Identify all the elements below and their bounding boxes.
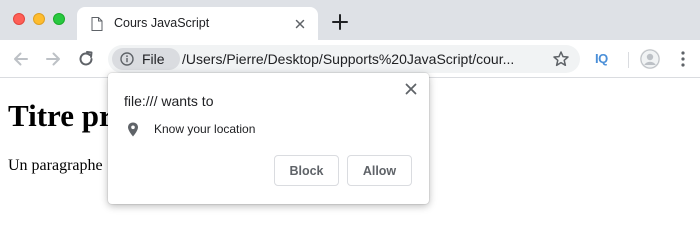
location-pin-icon bbox=[128, 122, 138, 137]
arrow-right-icon[interactable] bbox=[43, 49, 63, 69]
site-chip-label: File bbox=[142, 51, 165, 67]
close-icon[interactable] bbox=[404, 82, 418, 96]
window-minimize-button[interactable] bbox=[33, 13, 45, 25]
window-maximize-button[interactable] bbox=[53, 13, 65, 25]
toolbar-divider bbox=[628, 52, 629, 68]
file-icon bbox=[91, 17, 103, 31]
info-icon bbox=[120, 52, 134, 66]
page-paragraph: Un paragraphe bbox=[8, 157, 103, 174]
site-info-chip[interactable]: File bbox=[112, 48, 180, 70]
tab-close-icon[interactable] bbox=[293, 17, 307, 31]
kebab-menu-icon[interactable] bbox=[676, 50, 690, 68]
location-permission-popup: file:/// wants to Know your location Blo… bbox=[108, 73, 429, 204]
plus-icon[interactable] bbox=[330, 12, 350, 32]
extension-iq-button[interactable]: IQ bbox=[595, 51, 608, 66]
address-bar[interactable]: File /Users/Pierre/Desktop/Supports%20Ja… bbox=[108, 45, 580, 73]
tab-cours-javascript[interactable]: Cours JavaScript bbox=[77, 7, 318, 40]
block-button[interactable]: Block bbox=[274, 155, 339, 186]
window-close-button[interactable] bbox=[13, 13, 25, 25]
tab-strip: Cours JavaScript bbox=[0, 0, 700, 40]
popup-title: file:/// wants to bbox=[124, 93, 214, 109]
url-text[interactable]: /Users/Pierre/Desktop/Supports%20JavaScr… bbox=[182, 51, 514, 67]
star-icon[interactable] bbox=[552, 50, 570, 68]
profile-avatar-icon[interactable] bbox=[640, 49, 660, 69]
arrow-left-icon[interactable] bbox=[11, 49, 31, 69]
tab-title: Cours JavaScript bbox=[114, 16, 210, 30]
reload-icon[interactable] bbox=[76, 49, 96, 69]
permission-label: Know your location bbox=[154, 122, 256, 136]
allow-button[interactable]: Allow bbox=[347, 155, 412, 186]
page-heading: Titre pr bbox=[8, 98, 113, 133]
